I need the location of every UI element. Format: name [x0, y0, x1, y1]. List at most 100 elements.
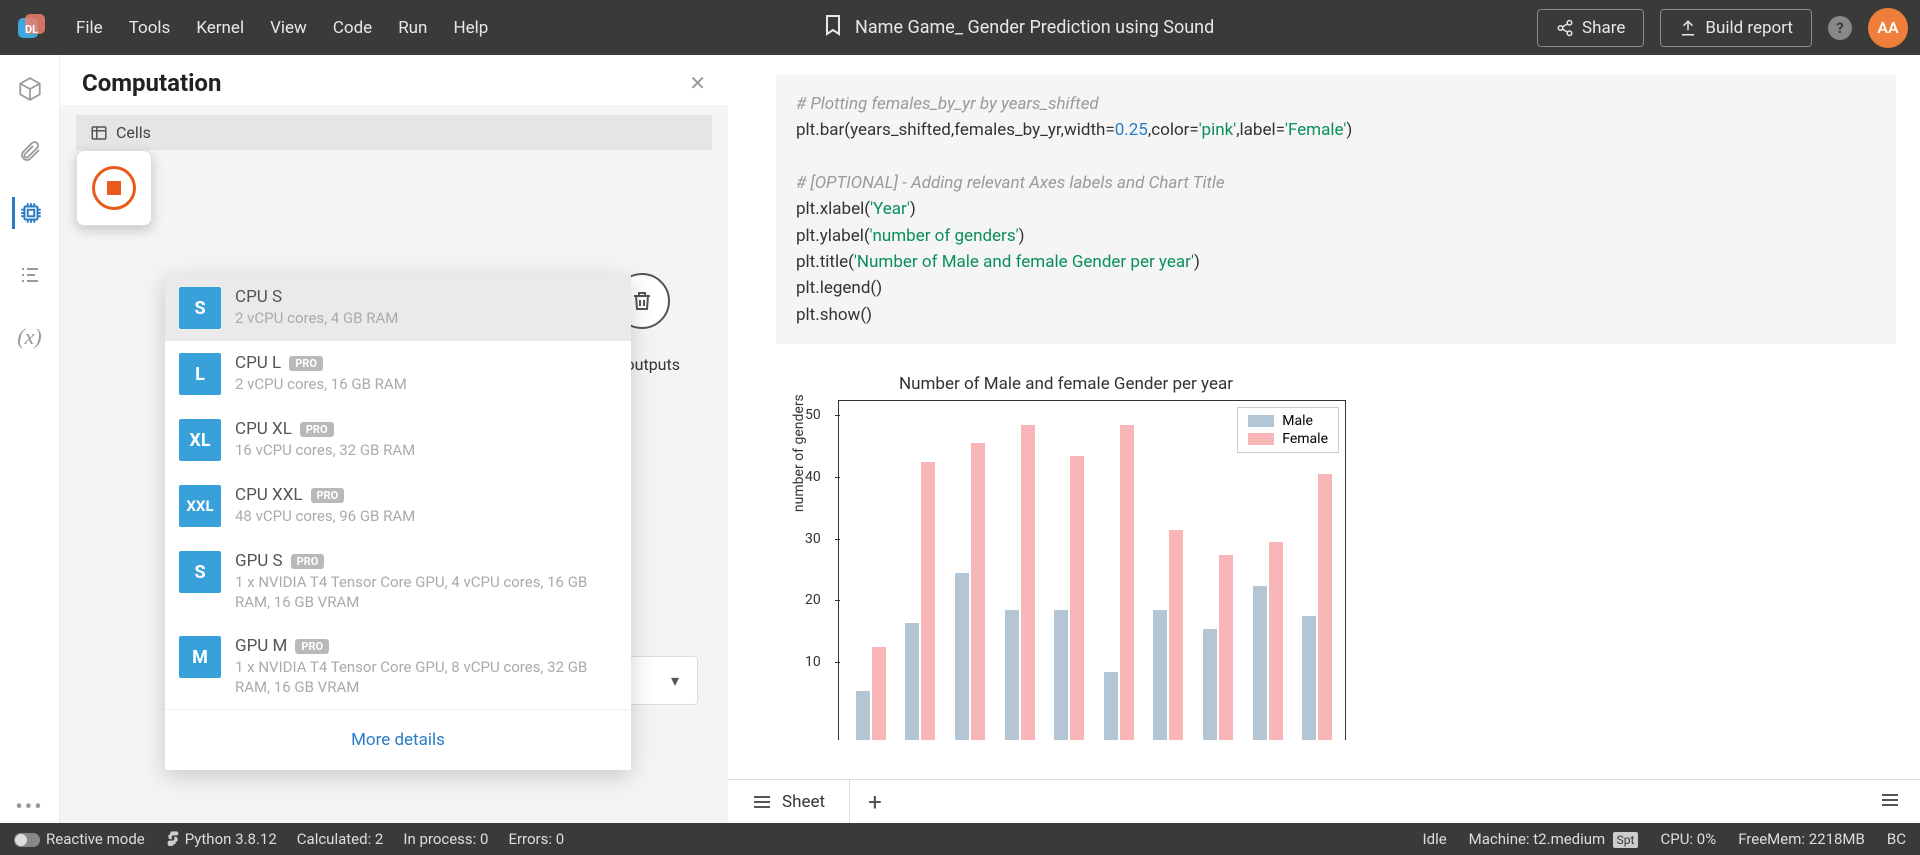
machine-name: CPU XXL: [235, 485, 303, 505]
svg-text:DL: DL: [25, 23, 38, 36]
bookmark-icon[interactable]: [823, 14, 843, 41]
notebook-scroll[interactable]: # Plotting females_by_yr by years_shifte…: [728, 55, 1920, 779]
variable-icon[interactable]: (x): [14, 321, 46, 353]
python-version[interactable]: Python 3.8.12: [165, 830, 277, 848]
stop-button[interactable]: [76, 150, 152, 226]
menu-items: File Tools Kernel View Code Run Help: [64, 12, 500, 44]
machine-desc: 1 x NVIDIA T4 Tensor Core GPU, 4 vCPU co…: [235, 573, 617, 612]
machine-name: GPU S: [235, 551, 283, 571]
machine-cpu-xxl[interactable]: XXL CPU XXLPRO 48 vCPU cores, 96 GB RAM: [165, 473, 631, 539]
outline-icon[interactable]: [14, 259, 46, 291]
machine-badge: M: [179, 636, 221, 678]
menu-tools[interactable]: Tools: [117, 12, 183, 44]
bar-female: [1269, 542, 1283, 740]
build-report-button[interactable]: Build report: [1660, 9, 1812, 47]
errors-count[interactable]: Errors: 0: [508, 830, 564, 848]
close-icon[interactable]: ✕: [689, 71, 706, 95]
cells-tab-label: Cells: [116, 123, 151, 142]
box-icon[interactable]: [14, 73, 46, 105]
document-title[interactable]: Name Game_ Gender Prediction using Sound: [855, 17, 1214, 38]
machine-cpu-xl[interactable]: XL CPU XL PRO 16 vCPU cores, 32 GB RAM: [165, 407, 631, 473]
more-details-link[interactable]: More details: [351, 730, 445, 750]
calculated-count[interactable]: Calculated: 2: [297, 830, 384, 848]
legend-female: Female: [1282, 431, 1328, 447]
legend-swatch-female: [1248, 433, 1274, 445]
machine-cpu-s[interactable]: S CPU S 2 vCPU cores, 4 GB RAM: [165, 275, 631, 341]
bar-female: [872, 647, 886, 740]
machine-cpu-l[interactable]: L CPU LPRO 2 vCPU cores, 16 GB RAM: [165, 341, 631, 407]
notebook-area: # Plotting females_by_yr by years_shifte…: [728, 55, 1920, 823]
add-sheet-button[interactable]: +: [850, 788, 900, 816]
chart-area: number of genders 1020304050 Male Female: [838, 400, 1346, 740]
build-report-label: Build report: [1705, 18, 1793, 38]
sheet-label: Sheet: [782, 792, 825, 812]
ytick: 20: [805, 592, 821, 608]
toggle-icon: [14, 833, 40, 847]
bar-male: [1203, 629, 1217, 740]
help-icon[interactable]: ?: [1828, 16, 1852, 40]
chart-output: Number of Male and female Gender per yea…: [786, 374, 1346, 740]
kernel-idle: Idle: [1423, 830, 1447, 848]
attachment-icon[interactable]: [14, 135, 46, 167]
menu-file[interactable]: File: [64, 12, 115, 44]
machine-status[interactable]: Machine: t2.medium Spt: [1469, 830, 1639, 848]
machine-gpu-m[interactable]: M GPU MPRO 1 x NVIDIA T4 Tensor Core GPU…: [165, 624, 631, 709]
sheet-tab[interactable]: Sheet: [728, 780, 850, 823]
ytick: 40: [805, 469, 821, 485]
menu-view[interactable]: View: [258, 12, 319, 44]
app-logo[interactable]: DL: [12, 8, 52, 48]
menu-help[interactable]: Help: [441, 12, 500, 44]
avatar[interactable]: AA: [1868, 8, 1908, 48]
machine-desc: 2 vCPU cores, 16 GB RAM: [235, 375, 617, 395]
code-cell[interactable]: # Plotting females_by_yr by years_shifte…: [776, 75, 1896, 344]
bar-male: [1253, 586, 1267, 741]
bar-male: [1005, 610, 1019, 740]
menu-kernel[interactable]: Kernel: [184, 12, 256, 44]
menu-run[interactable]: Run: [386, 12, 439, 44]
bar-female: [1120, 425, 1134, 740]
bar-male: [856, 691, 870, 740]
pro-badge: PRO: [295, 639, 329, 654]
bar-male: [1302, 616, 1316, 740]
sheet-menu-icon[interactable]: [1860, 792, 1920, 812]
bar-female: [971, 443, 985, 740]
pro-badge: PRO: [291, 554, 325, 569]
cells-tab[interactable]: Cells: [76, 115, 712, 150]
machine-badge: L: [179, 353, 221, 395]
reactive-toggle[interactable]: Reactive mode: [14, 830, 145, 848]
bar-male: [1153, 610, 1167, 740]
machine-name: CPU S: [235, 287, 282, 307]
menu-code[interactable]: Code: [321, 12, 384, 44]
pro-badge: PRO: [289, 356, 323, 371]
machine-desc: 16 vCPU cores, 32 GB RAM: [235, 441, 617, 461]
sheet-tabs: Sheet +: [728, 779, 1920, 823]
machine-badge: XXL: [179, 485, 221, 527]
more-icon[interactable]: •••: [14, 791, 46, 823]
ytick: 10: [805, 654, 821, 670]
bar-male: [1104, 672, 1118, 740]
computation-panel: Computation ✕ Cells ar outputs ▾ S CPU S: [60, 55, 728, 823]
chevron-down-icon: ▾: [671, 671, 679, 690]
legend-male: Male: [1282, 413, 1313, 429]
bar-male: [955, 573, 969, 740]
bar-female: [1070, 456, 1084, 740]
share-button[interactable]: Share: [1537, 9, 1644, 47]
machine-name: CPU XL: [235, 419, 292, 439]
chip-icon[interactable]: [12, 197, 44, 229]
machine-gpu-s[interactable]: S GPU SPRO 1 x NVIDIA T4 Tensor Core GPU…: [165, 539, 631, 624]
machine-badge: XL: [179, 419, 221, 461]
bc-indicator[interactable]: BC: [1887, 830, 1906, 848]
legend-swatch-male: [1248, 415, 1274, 427]
bar-male: [905, 623, 919, 740]
machine-name: GPU M: [235, 636, 287, 656]
freemem-status: FreeMem: 2218MB: [1738, 830, 1865, 848]
in-process-count[interactable]: In process: 0: [403, 830, 488, 848]
ytick: 50: [805, 407, 821, 423]
cpu-status: CPU: 0%: [1660, 830, 1716, 848]
document-title-area: Name Game_ Gender Prediction using Sound: [500, 14, 1537, 41]
bar-male: [1054, 610, 1068, 740]
bar-female: [1169, 530, 1183, 740]
panel-body: Cells ar outputs ▾ S CPU S 2 vCPU cores,…: [60, 105, 728, 823]
pro-badge: PRO: [300, 422, 334, 437]
machine-desc: 48 vCPU cores, 96 GB RAM: [235, 507, 617, 527]
